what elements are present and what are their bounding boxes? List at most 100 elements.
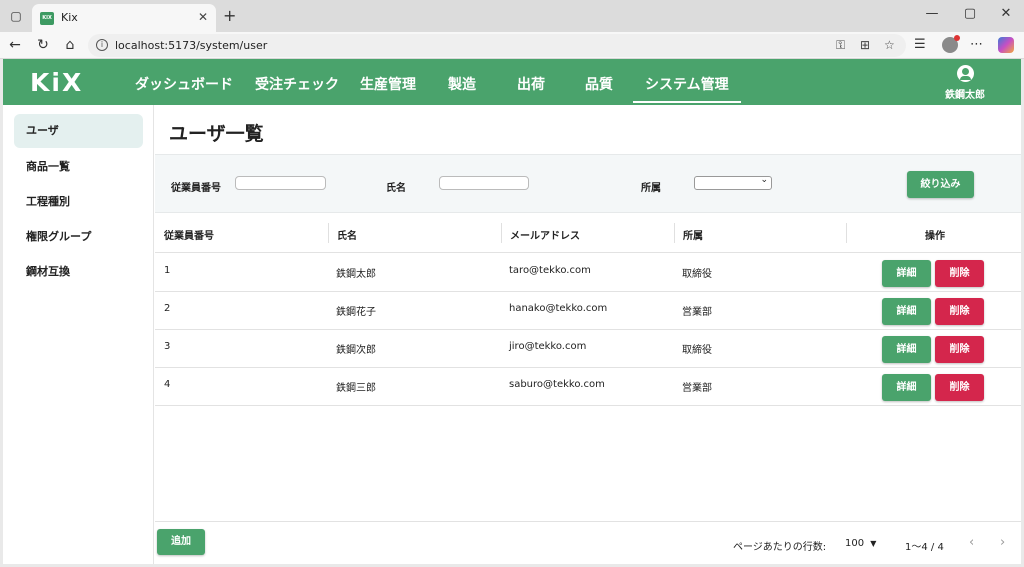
address-bar: ← ↻ ⌂ i localhost:5173/system/user ⚿ ⊞ ☆…	[0, 32, 1024, 59]
nav-dashboard[interactable]: ダッシュボード	[135, 74, 233, 94]
prev-page-icon[interactable]: ‹	[969, 535, 974, 550]
col-dept[interactable]: 所属	[683, 227, 703, 242]
detail-button[interactable]: 詳細	[882, 298, 931, 325]
user-avatar-icon[interactable]	[957, 65, 974, 82]
col-email[interactable]: メールアドレス	[510, 227, 580, 242]
copilot-icon[interactable]	[998, 37, 1014, 53]
minimize-icon[interactable]: —	[922, 6, 942, 21]
sidebar-item-user[interactable]: ユーザ	[14, 114, 143, 148]
url-text[interactable]: localhost:5173/system/user	[115, 39, 267, 52]
cell-dept: 取締役	[682, 345, 712, 356]
name-input[interactable]	[439, 176, 529, 190]
favorite-star-icon[interactable]: ☆	[884, 38, 895, 52]
page-title: ユーザ一覧	[169, 123, 264, 145]
filter-button[interactable]: 絞り込み	[907, 171, 974, 198]
sidebar: ユーザ 商品一覧 工程種別 権限グループ 鋼材互換	[3, 105, 154, 564]
cell-employee-no: 2	[164, 303, 171, 314]
top-navigation: KiX ダッシュボード 受注チェック 生産管理 製造 出荷 品質 システム管理 …	[3, 59, 1021, 105]
table-footer: 追加 ページあたりの行数: 100 ▼ 1〜4 / 4 ‹ ›	[155, 521, 1021, 564]
add-button[interactable]: 追加	[157, 529, 205, 555]
nav-manufacturing[interactable]: 製造	[448, 74, 476, 94]
dept-select[interactable]: ⌄	[694, 175, 772, 190]
more-icon[interactable]: ⋯	[970, 37, 983, 52]
window-close-icon[interactable]: ✕	[996, 6, 1016, 21]
chevron-down-icon: ⌄	[760, 175, 768, 185]
table-header: 従業員番号 氏名 メールアドレス 所属 操作	[155, 213, 1021, 253]
cell-dept: 営業部	[682, 307, 712, 318]
pagination-range: 1〜4 / 4	[905, 542, 944, 553]
cell-email: taro@tekko.com	[509, 265, 591, 276]
cell-employee-no: 3	[164, 341, 171, 352]
favicon-icon: KIX	[40, 12, 54, 25]
employee-no-input[interactable]	[235, 176, 326, 190]
browser-tab[interactable]: KIX Kix ✕	[32, 4, 216, 32]
app-window: KiX ダッシュボード 受注チェック 生産管理 製造 出荷 品質 システム管理 …	[3, 59, 1021, 564]
delete-button[interactable]: 削除	[935, 260, 984, 287]
tab-actions-icon[interactable]: ▢	[7, 7, 25, 25]
sidebar-item-products[interactable]: 商品一覧	[14, 150, 143, 184]
nav-production[interactable]: 生産管理	[360, 74, 416, 94]
nav-system-admin[interactable]: システム管理	[633, 74, 741, 103]
new-tab-icon[interactable]: +	[223, 6, 236, 25]
cell-email: saburo@tekko.com	[509, 379, 605, 390]
employee-no-label: 従業員番号	[171, 183, 221, 194]
app-available-icon[interactable]: ⊞	[860, 38, 870, 52]
column-divider[interactable]	[674, 223, 675, 243]
cell-email: jiro@tekko.com	[509, 341, 587, 352]
table-row: 1 鉄鋼太郎 taro@tekko.com 取締役 詳細 削除	[155, 254, 1021, 292]
cell-dept: 営業部	[682, 383, 712, 394]
table-row: 3 鉄鋼次郎 jiro@tekko.com 取締役 詳細 削除	[155, 330, 1021, 368]
col-employee-no[interactable]: 従業員番号	[164, 227, 214, 242]
tab-close-icon[interactable]: ✕	[198, 10, 208, 24]
rows-per-page-select[interactable]: 100 ▼	[845, 538, 876, 549]
sidebar-item-permission-groups[interactable]: 権限グループ	[14, 220, 143, 254]
cell-employee-no: 4	[164, 379, 171, 390]
cell-name: 鉄鋼太郎	[336, 269, 376, 280]
sidebar-item-steel-compat[interactable]: 鋼材互換	[14, 255, 143, 289]
back-icon[interactable]: ←	[6, 37, 24, 53]
main-content: ユーザ一覧 従業員番号 氏名 所属 ⌄ 絞り込み 従業員番号 氏名 メールアドレ…	[155, 105, 1021, 564]
rows-per-page-value: 100	[845, 538, 865, 549]
favorites-icon[interactable]: ☰	[914, 37, 926, 52]
table-row: 4 鉄鋼三郎 saburo@tekko.com 営業部 詳細 削除	[155, 368, 1021, 406]
column-divider[interactable]	[328, 223, 329, 243]
maximize-icon[interactable]: ▢	[960, 6, 980, 21]
app-logo[interactable]: KiX	[30, 68, 83, 97]
filter-panel: 従業員番号 氏名 所属 ⌄ 絞り込み	[155, 154, 1021, 213]
sidebar-item-process-types[interactable]: 工程種別	[14, 185, 143, 219]
cell-name: 鉄鋼次郎	[336, 345, 376, 356]
site-info-icon[interactable]: i	[96, 39, 108, 51]
cell-employee-no: 1	[164, 265, 171, 276]
url-field[interactable]: i localhost:5173/system/user ⚿ ⊞ ☆	[88, 34, 906, 57]
reload-icon[interactable]: ↻	[34, 37, 52, 53]
browser-profile-avatar[interactable]	[942, 35, 960, 53]
table-row: 2 鉄鋼花子 hanako@tekko.com 営業部 詳細 削除	[155, 292, 1021, 330]
cell-dept: 取締役	[682, 269, 712, 280]
name-label: 氏名	[386, 183, 406, 194]
caret-down-icon: ▼	[870, 539, 877, 548]
col-actions: 操作	[925, 231, 945, 242]
nav-order-check[interactable]: 受注チェック	[255, 74, 339, 94]
nav-shipping[interactable]: 出荷	[517, 74, 545, 94]
rows-per-page-label: ページあたりの行数:	[733, 542, 827, 553]
delete-button[interactable]: 削除	[935, 298, 984, 325]
delete-button[interactable]: 削除	[935, 336, 984, 363]
nav-quality[interactable]: 品質	[585, 74, 613, 94]
column-divider[interactable]	[501, 223, 502, 243]
cell-name: 鉄鋼花子	[336, 307, 376, 318]
browser-tab-strip: ▢ KIX Kix ✕ + — ▢ ✕	[0, 0, 1024, 32]
next-page-icon[interactable]: ›	[1000, 535, 1005, 550]
home-icon[interactable]: ⌂	[61, 37, 79, 53]
user-name[interactable]: 鉄鋼太郎	[945, 86, 985, 101]
dept-label: 所属	[641, 183, 661, 194]
key-icon[interactable]: ⚿	[836, 38, 845, 53]
detail-button[interactable]: 詳細	[882, 374, 931, 401]
detail-button[interactable]: 詳細	[882, 260, 931, 287]
cell-name: 鉄鋼三郎	[336, 383, 376, 394]
detail-button[interactable]: 詳細	[882, 336, 931, 363]
notification-dot	[954, 35, 960, 41]
cell-email: hanako@tekko.com	[509, 303, 608, 314]
column-divider[interactable]	[846, 223, 847, 243]
col-name[interactable]: 氏名	[337, 227, 357, 242]
delete-button[interactable]: 削除	[935, 374, 984, 401]
